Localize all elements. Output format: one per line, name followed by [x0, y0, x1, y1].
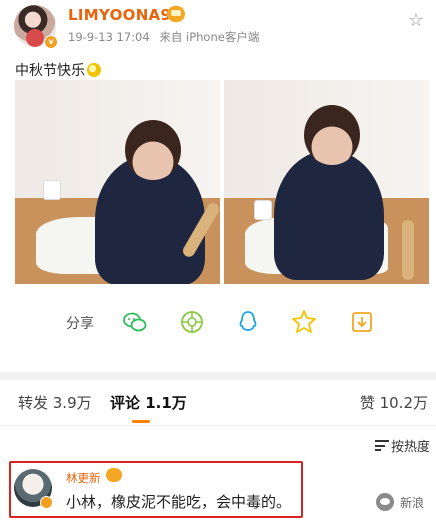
- favorite-star-icon[interactable]: ☆: [408, 10, 424, 31]
- post-source: 来自 iPhone客户端: [159, 30, 260, 44]
- watermark-text: 新浪: [399, 495, 424, 510]
- tab-likes[interactable]: 赞 10.2万: [360, 392, 428, 413]
- post-header: v LIMYOONA90 19-9-13 17:04 来自 iPhone客户端 …: [0, 0, 436, 56]
- post-text: 中秋节快乐: [15, 60, 101, 80]
- active-tab-indicator: [132, 420, 150, 423]
- moments-icon[interactable]: [178, 308, 206, 336]
- qzone-icon[interactable]: [290, 308, 318, 336]
- verified-badge-icon: v: [44, 35, 58, 49]
- vip-crown-icon: [167, 6, 185, 22]
- sort-by-hot-button[interactable]: 按热度: [374, 436, 430, 455]
- qq-icon[interactable]: [234, 308, 262, 336]
- post-photo-2[interactable]: [224, 80, 429, 284]
- watermark: 新浪: [375, 493, 424, 511]
- sort-icon: [374, 440, 389, 452]
- share-row: 分享: [0, 303, 436, 343]
- interaction-tabs: 转发 3.9万 评论 1.1万 赞 10.2万: [0, 380, 436, 426]
- share-label: 分享: [66, 316, 94, 332]
- comment-text: 小林，橡皮泥不能吃，会中毒的。: [66, 493, 292, 511]
- author-username[interactable]: LIMYOONA90: [68, 6, 182, 24]
- sort-row: 按热度: [0, 436, 436, 458]
- commenter-verified-icon: [40, 496, 53, 509]
- wechat-account-icon: [375, 493, 394, 511]
- post-photo-1[interactable]: [15, 80, 220, 284]
- lantern-emoji-icon: [87, 63, 101, 77]
- commenter-name[interactable]: 林更新: [66, 470, 101, 486]
- section-divider: [0, 372, 436, 380]
- post-time: 19-9-13 17:04: [68, 30, 150, 44]
- tab-repost[interactable]: 转发 3.9万: [18, 392, 92, 413]
- post-text-content: 中秋节快乐: [15, 63, 85, 79]
- post-meta: 19-9-13 17:04 来自 iPhone客户端: [68, 29, 265, 45]
- sort-label: 按热度: [390, 440, 430, 455]
- wechat-icon[interactable]: [121, 308, 149, 336]
- tab-comments[interactable]: 评论 1.1万: [110, 392, 187, 413]
- save-icon[interactable]: [348, 308, 376, 336]
- commenter-vip-icon: [106, 468, 122, 482]
